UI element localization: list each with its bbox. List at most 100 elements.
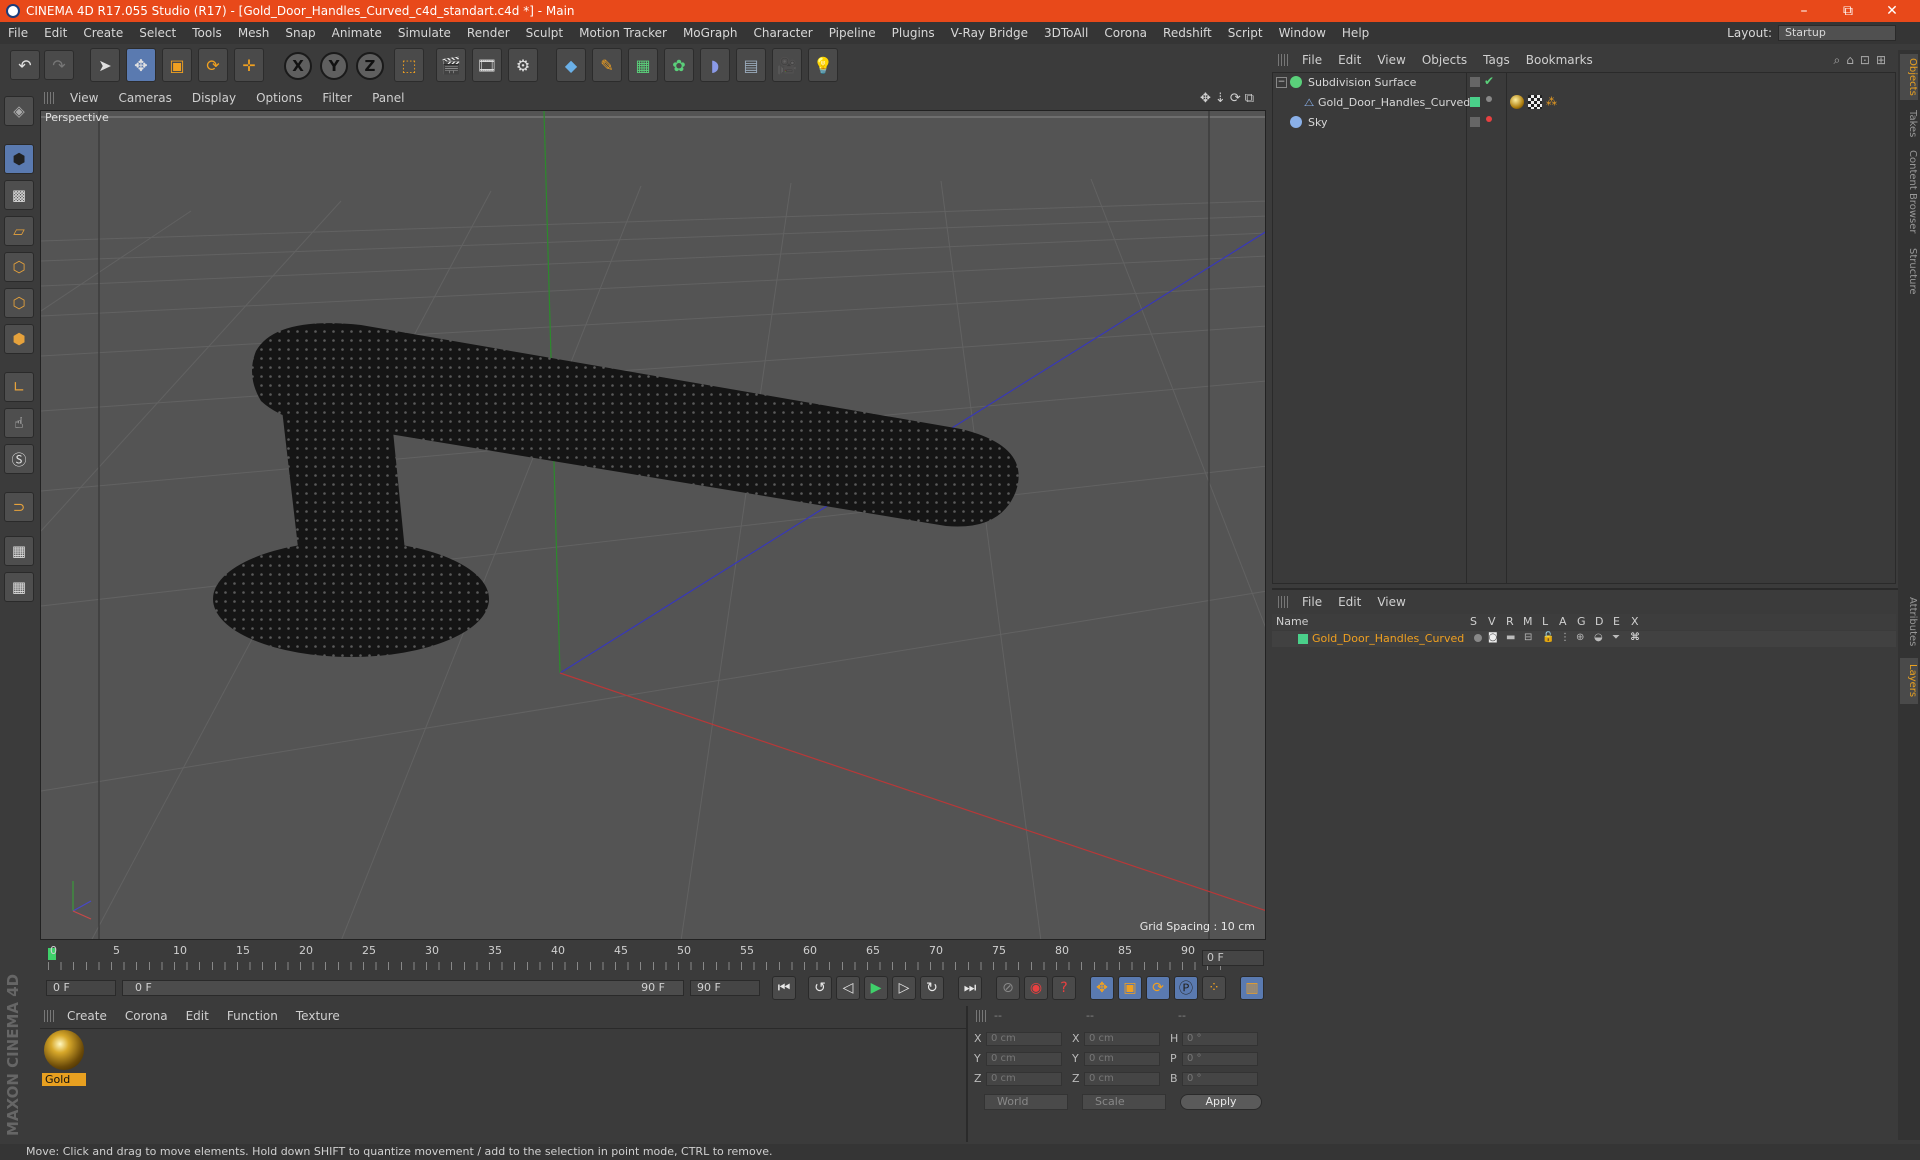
layer-col-animation[interactable]: A	[1559, 615, 1567, 628]
obj-menu-objects[interactable]: Objects	[1414, 53, 1475, 67]
layer-render-icon[interactable]: ▬	[1506, 632, 1515, 643]
viewport-menu-view[interactable]: View	[60, 91, 108, 105]
apply-button[interactable]: Apply	[1180, 1094, 1262, 1110]
tab-content-browser[interactable]: Content Browser	[1900, 146, 1918, 238]
timeline-window-icon[interactable]: ▥	[1240, 976, 1264, 1000]
rotation-p-field[interactable]: 0 °	[1182, 1052, 1258, 1066]
model-mode-icon[interactable]: ⬢	[4, 144, 34, 174]
menu-mesh[interactable]: Mesh	[230, 26, 278, 40]
end-frame-field[interactable]: 90 F	[690, 980, 760, 996]
layer-col-view[interactable]: V	[1488, 615, 1496, 628]
menu-render[interactable]: Render	[459, 26, 518, 40]
panel-divider[interactable]	[966, 1006, 968, 1142]
tab-layers[interactable]: Layers	[1900, 658, 1918, 704]
menu-simulate[interactable]: Simulate	[390, 26, 459, 40]
menu-corona[interactable]: Corona	[1096, 26, 1155, 40]
obj-menu-tags[interactable]: Tags	[1475, 53, 1518, 67]
viewport-menu-panel[interactable]: Panel	[362, 91, 414, 105]
axis-mode-icon[interactable]: ∟	[4, 372, 34, 402]
start-frame-field[interactable]: 0 F	[46, 980, 116, 996]
transform-tool-icon[interactable]: ✛	[234, 48, 264, 82]
light-icon[interactable]: 💡	[808, 48, 838, 82]
viewport-menu-display[interactable]: Display	[182, 91, 246, 105]
close-button[interactable]: ✕	[1870, 0, 1914, 22]
object-row-gold-door-handles[interactable]: ⧍ Gold_Door_Handles_Curved ⁂	[1274, 94, 1894, 112]
x-axis-button[interactable]: X	[284, 52, 312, 80]
menu-animate[interactable]: Animate	[324, 26, 390, 40]
record-keyframe-icon[interactable]: ◉	[1024, 976, 1048, 1000]
coordinates-grip-icon[interactable]	[976, 1010, 986, 1022]
menu-window[interactable]: Window	[1271, 26, 1334, 40]
autokeying-icon[interactable]: ?	[1052, 976, 1076, 1000]
menu-redshift[interactable]: Redshift	[1155, 26, 1220, 40]
layer-animation-icon[interactable]: ⋮	[1560, 632, 1570, 643]
layer-col-expressions[interactable]: E	[1613, 615, 1620, 628]
mograph-cloner-icon[interactable]: ✿	[664, 48, 694, 82]
menu-sculpt[interactable]: Sculpt	[518, 26, 571, 40]
menu-script[interactable]: Script	[1220, 26, 1271, 40]
viewport-menu-filter[interactable]: Filter	[312, 91, 362, 105]
move-tool-icon[interactable]: ✥	[126, 48, 156, 82]
planar-workplane-icon[interactable]: ▦	[4, 572, 34, 602]
collapse-toggle-icon[interactable]: −	[1276, 77, 1287, 88]
panel-divider[interactable]	[1272, 588, 1898, 590]
editor-visibility-dot-icon[interactable]	[1486, 96, 1492, 102]
menu-plugins[interactable]: Plugins	[884, 26, 943, 40]
redo-icon[interactable]: ↷	[44, 50, 74, 80]
minimize-button[interactable]: –	[1782, 0, 1826, 22]
go-to-start-icon[interactable]: ⏮	[772, 976, 796, 1000]
render-picture-viewer-icon[interactable]: 🎞	[472, 48, 502, 82]
subdivision-icon[interactable]: ▦	[628, 48, 658, 82]
material-grip-icon[interactable]	[44, 1010, 54, 1022]
spline-pen-icon[interactable]: ✎	[592, 48, 622, 82]
layer-lock-icon[interactable]: 🔓	[1542, 632, 1554, 643]
rotation-h-field[interactable]: 0 °	[1182, 1032, 1258, 1046]
material-name[interactable]: Gold	[42, 1073, 86, 1086]
texture-tag-icon[interactable]	[1528, 95, 1542, 109]
camera-icon[interactable]: 🎥	[772, 48, 802, 82]
layer-menu-file[interactable]: File	[1294, 595, 1330, 609]
layer-menu-view[interactable]: View	[1369, 595, 1413, 609]
layer-col-solo[interactable]: S	[1470, 615, 1477, 628]
previous-frame-icon[interactable]: ◁	[836, 976, 860, 1000]
layer-expression-icon[interactable]: ⏷	[1612, 632, 1620, 643]
menu-create[interactable]: Create	[75, 26, 131, 40]
viewport-nav-icons[interactable]: ✥⇣⟳⧉	[1200, 91, 1258, 106]
material-menu-edit[interactable]: Edit	[177, 1009, 218, 1023]
obj-menu-bookmarks[interactable]: Bookmarks	[1518, 53, 1601, 67]
workplane-mode-icon[interactable]: ▱	[4, 216, 34, 246]
menu-file[interactable]: File	[0, 26, 36, 40]
obj-menu-file[interactable]: File	[1294, 53, 1330, 67]
workplane-lock-icon[interactable]: ▦	[4, 536, 34, 566]
column-divider[interactable]	[1466, 72, 1467, 584]
render-visibility-dot-icon[interactable]	[1486, 116, 1492, 122]
material-menu-texture[interactable]: Texture	[287, 1009, 349, 1023]
cube-primitive-icon[interactable]: ◆	[556, 48, 586, 82]
layer-color-icon[interactable]	[1298, 634, 1308, 644]
polygons-mode-icon[interactable]: ⬢	[4, 324, 34, 354]
key-scale-icon[interactable]: ▣	[1118, 976, 1142, 1000]
position-z-field[interactable]: 0 cm	[986, 1072, 1062, 1086]
make-editable-icon[interactable]: ◈	[4, 96, 34, 126]
menu-select[interactable]: Select	[131, 26, 184, 40]
material-menu-create[interactable]: Create	[58, 1009, 116, 1023]
scale-tool-icon[interactable]: ▣	[162, 48, 192, 82]
material-menu-corona[interactable]: Corona	[116, 1009, 177, 1023]
previous-key-icon[interactable]: ↺	[808, 976, 832, 1000]
y-axis-button[interactable]: Y	[320, 52, 348, 80]
object-manager-search-icon[interactable]: ⌕⌂⊡⊞	[1834, 53, 1892, 68]
rotation-b-field[interactable]: 0 °	[1182, 1072, 1258, 1086]
undo-icon[interactable]: ↶	[10, 50, 40, 80]
menu-tools[interactable]: Tools	[184, 26, 230, 40]
solo-mode-icon[interactable]: Ⓢ	[4, 444, 34, 474]
layer-col-locked[interactable]: L	[1542, 615, 1548, 628]
position-x-field[interactable]: 0 cm	[986, 1032, 1062, 1046]
menu-snap[interactable]: Snap	[277, 26, 323, 40]
layer-col-xref[interactable]: X	[1631, 615, 1639, 628]
current-frame-field[interactable]: 0 F	[1202, 950, 1264, 966]
object-grip-icon[interactable]	[1278, 54, 1288, 66]
key-pla-icon[interactable]: ⁘	[1202, 976, 1226, 1000]
autokey-disabled-icon[interactable]: ⊘	[996, 976, 1020, 1000]
size-x-field[interactable]: 0 cm	[1084, 1032, 1160, 1046]
object-row-subdivision-surface[interactable]: − Subdivision Surface ✔	[1274, 74, 1894, 92]
